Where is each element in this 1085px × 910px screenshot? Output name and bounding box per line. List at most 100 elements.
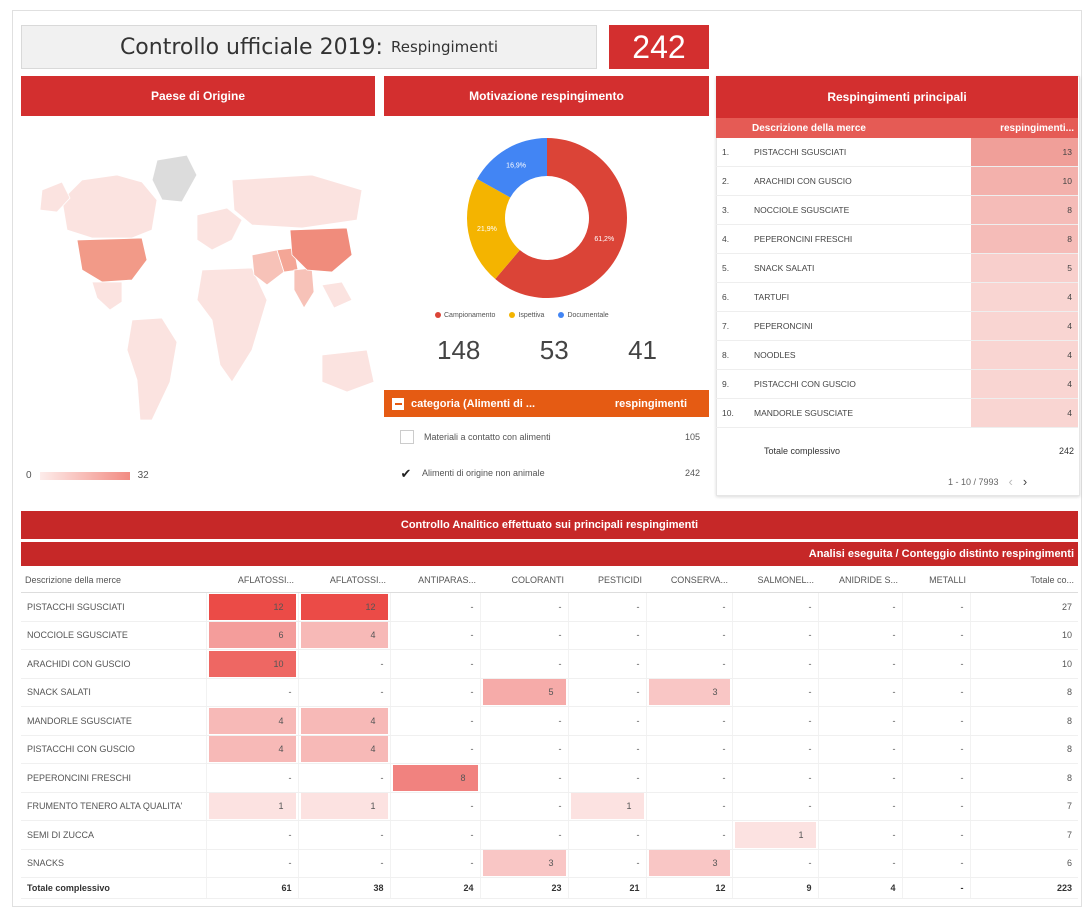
map-russia[interactable] bbox=[231, 174, 363, 229]
checkbox-icon[interactable] bbox=[400, 430, 414, 444]
analysis-row-total: 8 bbox=[969, 706, 1078, 736]
analysis-cell: - bbox=[567, 592, 646, 622]
count-campionamento: 148 bbox=[437, 335, 481, 365]
category-filter-header[interactable]: categoria (Alimenti di ... respingimenti bbox=[384, 390, 709, 417]
world-map[interactable] bbox=[22, 120, 376, 450]
analysis-cell-value: 4 bbox=[208, 707, 296, 734]
analysis-table: Descrizione della merce AFLATOSSI... AFLAT… bbox=[21, 568, 1078, 899]
checkmark-icon[interactable]: ✔ bbox=[400, 467, 412, 480]
top-table-row[interactable]: 10. MANDORLE SGUSCIATE 4 bbox=[716, 398, 1078, 428]
donut-legend-item[interactable]: Documentale bbox=[558, 312, 609, 319]
analysis-row[interactable]: SEMI DI ZUCCA - - - - - -1- -7 bbox=[21, 820, 1078, 850]
top-table-row[interactable]: 1. PISTACCHI SGUSCIATI 13 bbox=[716, 138, 1078, 167]
analysis-cell: - bbox=[817, 621, 902, 650]
row-value: 8 bbox=[971, 195, 1078, 225]
top-table-row[interactable]: 3. NOCCIOLE SGUSCIATE 8 bbox=[716, 195, 1078, 225]
col-description[interactable]: Descrizione della merce bbox=[748, 118, 971, 138]
analysis-cell-value: 1 bbox=[300, 793, 388, 820]
analysis-cell: - bbox=[645, 792, 732, 821]
analysis-row[interactable]: FRUMENTO TENERO ALTA QUALITA' 1 1- -1- - - -7 bbox=[21, 792, 1078, 821]
analysis-cell: - bbox=[901, 820, 970, 850]
analysis-row[interactable]: PEPERONCINI FRESCHI - -8- - - - - -8 bbox=[21, 763, 1078, 793]
country-panel-header: Paese di Origine bbox=[21, 76, 375, 116]
map-usa[interactable] bbox=[76, 237, 148, 283]
analysis-row-description: NOCCIOLE SGUSCIATE bbox=[21, 621, 206, 650]
map-africa[interactable] bbox=[196, 267, 268, 383]
analysis-col-header[interactable]: ANTIPARAS... bbox=[390, 568, 480, 593]
analysis-total-cell: 4 bbox=[817, 877, 902, 899]
map-mexico[interactable] bbox=[91, 281, 123, 311]
analysis-row[interactable]: SNACK SALATI - - -5-3- - -8 bbox=[21, 678, 1078, 707]
analysis-cell: - bbox=[389, 678, 480, 707]
top-table-row[interactable]: 7. PEPERONCINI 4 bbox=[716, 311, 1078, 341]
row-value: 4 bbox=[971, 398, 1078, 428]
donut-legend-item[interactable]: Ispettiva bbox=[509, 312, 544, 319]
donut-legend-item[interactable]: Campionamento bbox=[435, 312, 495, 319]
analysis-cell: 1 bbox=[731, 820, 818, 850]
row-description: PISTACCHI CON GUSCIO bbox=[748, 369, 971, 399]
analysis-cell: - bbox=[817, 763, 902, 793]
analysis-cell-value: 5 bbox=[482, 679, 566, 706]
analysis-cell-value: 1 bbox=[570, 793, 644, 820]
next-page-icon[interactable]: › bbox=[1023, 474, 1027, 489]
analysis-cell: 4 bbox=[297, 621, 390, 650]
analysis-col-header[interactable]: SALMONEL... bbox=[732, 568, 818, 593]
analysis-col-header[interactable]: PESTICIDI bbox=[568, 568, 646, 593]
top-table-row[interactable]: 5. SNACK SALATI 5 bbox=[716, 253, 1078, 283]
analysis-cell: - bbox=[205, 820, 298, 850]
top-table-row[interactable]: 9. PISTACCHI CON GUSCIO 4 bbox=[716, 369, 1078, 399]
analysis-row[interactable]: SNACKS - - -3-3- - -6 bbox=[21, 849, 1078, 878]
analysis-cell: - bbox=[645, 649, 732, 679]
analysis-cell: - bbox=[389, 792, 480, 821]
analysis-cell: - bbox=[645, 706, 732, 736]
analysis-col-header[interactable]: AFLATOSSI... bbox=[206, 568, 298, 593]
map-europe[interactable] bbox=[196, 207, 243, 251]
reason-donut-chart[interactable]: 61,2% 21,9% 16,9% bbox=[467, 133, 627, 303]
map-china[interactable] bbox=[289, 227, 353, 273]
analysis-col-header[interactable]: ANIDRIDE S... bbox=[818, 568, 902, 593]
analysis-col-header[interactable]: CONSERVA... bbox=[646, 568, 732, 593]
map-india[interactable] bbox=[293, 267, 315, 309]
analysis-cell: - bbox=[389, 706, 480, 736]
top-table-row[interactable]: 6. TARTUFI 4 bbox=[716, 282, 1078, 312]
col-rejections[interactable]: respingimenti... bbox=[971, 118, 1078, 138]
analysis-cell: 1 bbox=[297, 792, 390, 821]
row-description: PEPERONCINI FRESCHI bbox=[748, 224, 971, 254]
map-southeast-asia[interactable] bbox=[321, 281, 353, 309]
category-row[interactable]: ✔ Alimenti di origine non animale 242 bbox=[400, 460, 700, 486]
analysis-subheader: Analisi eseguita / Conteggio distinto re… bbox=[21, 542, 1078, 566]
analysis-row[interactable]: ARACHIDI CON GUSCIO 10- - - - - - - -10 bbox=[21, 649, 1078, 679]
map-greenland[interactable] bbox=[151, 154, 198, 203]
analysis-col-header[interactable]: Descrizione della merce bbox=[21, 568, 206, 593]
analysis-col-header[interactable]: Totale co... bbox=[970, 568, 1078, 593]
analysis-cell: - bbox=[901, 621, 970, 650]
analysis-row[interactable]: MANDORLE SGUSCIATE 4 4- - - - - - -8 bbox=[21, 706, 1078, 736]
top-table-row[interactable]: 2. ARACHIDI CON GUSCIO 10 bbox=[716, 166, 1078, 196]
top-table-row[interactable]: 8. NOODLES 4 bbox=[716, 340, 1078, 370]
analysis-col-header[interactable]: COLORANTI bbox=[480, 568, 568, 593]
map-south-america[interactable] bbox=[126, 317, 178, 421]
analysis-row[interactable]: PISTACCHI CON GUSCIO 4 4- - - - - - -8 bbox=[21, 735, 1078, 764]
analysis-row-total: 8 bbox=[969, 763, 1078, 793]
map-canada[interactable] bbox=[61, 174, 158, 239]
row-value: 4 bbox=[971, 369, 1078, 399]
row-description: PISTACCHI SGUSCIATI bbox=[748, 138, 971, 167]
analysis-row[interactable]: PISTACCHI SGUSCIATI 12 12- - - - - - -27 bbox=[21, 592, 1078, 622]
analysis-col-header[interactable]: METALLI bbox=[902, 568, 970, 593]
analysis-cell: 6 bbox=[205, 621, 298, 650]
row-value: 4 bbox=[971, 282, 1078, 312]
analysis-cell: 4 bbox=[205, 706, 298, 736]
analysis-total-cell: 9 bbox=[731, 877, 818, 899]
prev-page-icon[interactable]: ‹ bbox=[1009, 474, 1013, 489]
analysis-cell: - bbox=[567, 649, 646, 679]
analysis-cell: 3 bbox=[645, 678, 732, 707]
analysis-cell: - bbox=[297, 678, 390, 707]
analysis-cell-value: 6 bbox=[208, 622, 296, 649]
category-row[interactable]: Materiali a contatto con alimenti 105 bbox=[400, 424, 700, 450]
top-table-row[interactable]: 4. PEPERONCINI FRESCHI 8 bbox=[716, 224, 1078, 254]
collapse-icon[interactable] bbox=[392, 397, 404, 410]
analysis-row[interactable]: NOCCIOLE SGUSCIATE 6 4- - - - - - -10 bbox=[21, 621, 1078, 650]
analysis-total-cell: - bbox=[901, 877, 970, 899]
analysis-col-header[interactable]: AFLATOSSI... bbox=[298, 568, 390, 593]
map-australia[interactable] bbox=[321, 349, 375, 393]
